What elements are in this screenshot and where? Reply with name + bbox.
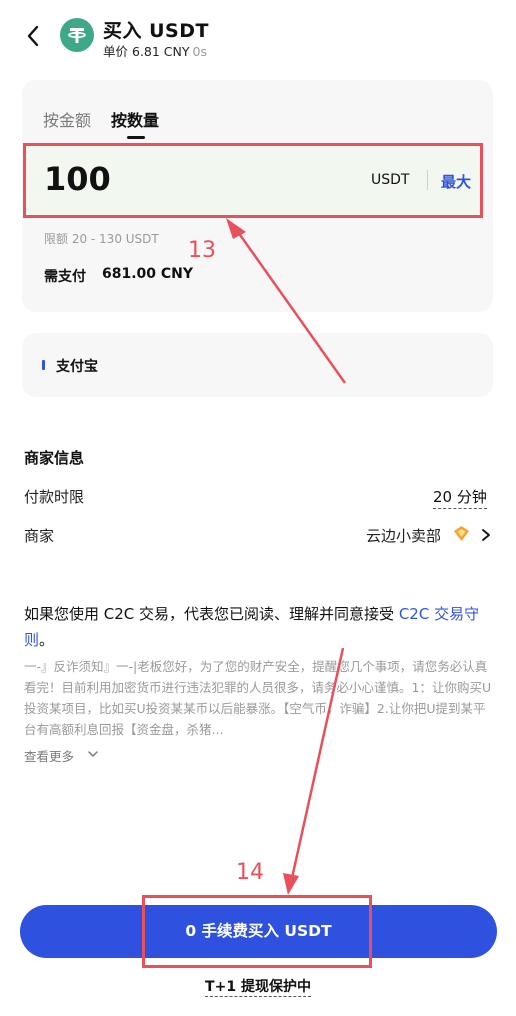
annotation-arrow-13-head: [226, 218, 246, 239]
annotation-arrow-14-head: [283, 873, 299, 895]
annotation-arrows: [226, 218, 347, 895]
annotation-arrow-14-line: [290, 647, 345, 879]
annotation-arrow-13-line: [236, 231, 347, 384]
